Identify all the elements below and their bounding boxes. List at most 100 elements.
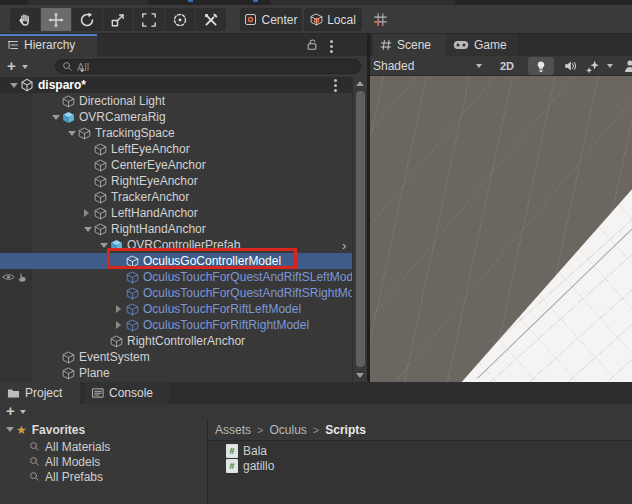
breadcrumb-assets[interactable]: Assets [215,423,251,437]
transform-tool-button[interactable] [165,8,195,31]
rotate-tool-button[interactable] [72,8,102,31]
tree-item-selected[interactable]: OculusGoControllerModel [0,253,352,269]
lock-icon[interactable] [306,38,319,51]
scroll-down-icon[interactable] [356,373,364,378]
hierarchy-search-field[interactable]: All [55,59,361,74]
tree-item[interactable]: LeftEyeAnchor [0,141,352,157]
tab-hierarchy[interactable]: Hierarchy [0,34,97,56]
scroll-up-icon[interactable] [356,81,364,86]
tree-item[interactable]: OculusTouchForQuestAndRiftSRightModel [0,285,352,301]
tree-item[interactable]: Plane [0,365,352,381]
expander-icon[interactable] [100,243,108,248]
2d-toggle-button[interactable]: 2D [494,58,520,74]
scale-tool-button[interactable] [103,8,133,31]
pickability-hand-icon[interactable] [17,271,28,283]
tree-item[interactable]: EventSystem [0,349,352,365]
tree-item[interactable]: OVRCameraRig [0,109,352,125]
tree-item[interactable]: CenterEyeAnchor [0,157,352,173]
rect-tool-button[interactable] [134,8,164,31]
expander-icon[interactable] [116,321,121,329]
tree-item[interactable]: TrackerAnchor [0,189,352,205]
breadcrumb-separator: > [313,424,319,436]
move-tool-button[interactable] [41,8,71,31]
expander-icon[interactable] [84,227,92,232]
expander-icon[interactable] [10,83,18,88]
expander-icon[interactable] [116,305,121,313]
project-tabbar: Project Console [0,382,632,404]
favorites-item[interactable]: All Materials [29,439,110,454]
tree-item-scene[interactable]: disparo* [0,77,352,93]
tab-scene[interactable]: Scene [373,34,446,56]
project-panel: Project Console + ★ Favorites All Materi… [0,382,632,504]
scene-viewport[interactable] [370,76,632,382]
scene-panel: Scene Game Shaded 2D [370,34,632,382]
scene-menu-icon[interactable] [334,84,337,87]
expander-icon[interactable] [84,209,89,217]
gameobject-icon [94,207,107,220]
gameobject-icon [126,319,139,332]
effects-dropdown-icon[interactable] [607,64,613,68]
grid-snap-icon[interactable] [373,12,388,27]
audio-toggle-icon[interactable] [564,60,577,72]
tab-console[interactable]: Console [85,382,169,404]
project-files-pane: Assets > Oculus > Scripts # Bala # gatil… [208,420,632,504]
tree-item[interactable]: OVRControllerPrefab [0,237,352,253]
hierarchy-tree: disparo* Directional Light OVRCameraRig … [0,77,367,382]
hierarchy-tabbar: Hierarchy [0,34,367,56]
tree-item[interactable]: TrackingSpace [0,125,352,141]
hierarchy-icon [7,39,19,51]
gameobject-icon [94,175,107,188]
effects-toggle-icon[interactable] [585,60,600,75]
breadcrumb-oculus[interactable]: Oculus [269,423,306,437]
scrollbar-thumb[interactable] [356,91,365,367]
shading-mode-dropdown[interactable]: Shaded [373,59,414,73]
tab-project[interactable]: Project [0,382,80,404]
search-icon [62,61,73,72]
folder-icon [7,387,20,399]
add-asset-dropdown-icon[interactable] [20,410,26,414]
custom-tool-button[interactable] [196,8,226,31]
scene-visibility-icon[interactable] [623,59,632,74]
pivot-toggle-button[interactable]: Center [240,8,302,31]
custom-tool-icon [203,12,219,28]
file-list: # Bala # gatillo [208,441,632,504]
file-item[interactable]: # Bala [226,443,267,458]
prefab-open-arrow[interactable]: › [342,238,346,253]
add-asset-button[interactable]: + [6,402,15,419]
file-item[interactable]: # gatillo [226,458,274,473]
breadcrumb-scripts[interactable]: Scripts [325,423,366,437]
tree-item[interactable]: OculusTouchForRiftLeftModel [0,301,352,317]
favorites-item[interactable]: All Models [29,454,100,469]
tab-game[interactable]: Game [446,34,518,56]
lightbulb-icon [535,60,547,73]
hand-tool-button[interactable] [10,8,40,31]
unity-scene-icon [20,78,34,92]
hierarchy-scrollbar[interactable] [352,77,367,382]
tree-item[interactable]: OculusTouchForQuestAndRiftSLeftModel [0,269,352,285]
tree-item[interactable]: RightEyeAnchor [0,173,352,189]
favorites-item[interactable]: All Prefabs [29,469,103,484]
expander-icon[interactable] [52,115,60,120]
shading-dropdown-icon[interactable] [476,64,482,68]
game-tab-label: Game [474,38,507,52]
add-dropdown-icon[interactable] [22,65,28,69]
tree-item[interactable]: Directional Light [0,93,352,109]
expander-icon[interactable] [6,427,14,432]
visibility-eye-icon[interactable] [2,272,15,282]
tree-item[interactable]: LeftHandAnchor [0,205,352,221]
tree-item[interactable]: OculusTouchForRiftRightModel [0,317,352,333]
hierarchy-menu-icon[interactable] [330,45,333,48]
expander-icon[interactable] [68,131,76,136]
scene-tabbar: Scene Game [370,34,632,56]
gameobject-icon [94,223,107,236]
add-gameobject-button[interactable]: + [7,57,16,74]
lighting-toggle-button[interactable] [528,57,554,75]
search-filter-dropdown-icon[interactable] [80,70,85,73]
tree-item[interactable]: RightHandAnchor [0,221,352,237]
gameobject-icon [110,335,123,348]
csharp-script-icon: # [226,459,238,473]
favorites-header[interactable]: ★ Favorites [0,422,85,437]
orientation-toggle-button[interactable]: Local [304,8,362,31]
csharp-script-icon: # [226,444,238,458]
tree-item[interactable]: RightControllerAnchor [0,333,352,349]
